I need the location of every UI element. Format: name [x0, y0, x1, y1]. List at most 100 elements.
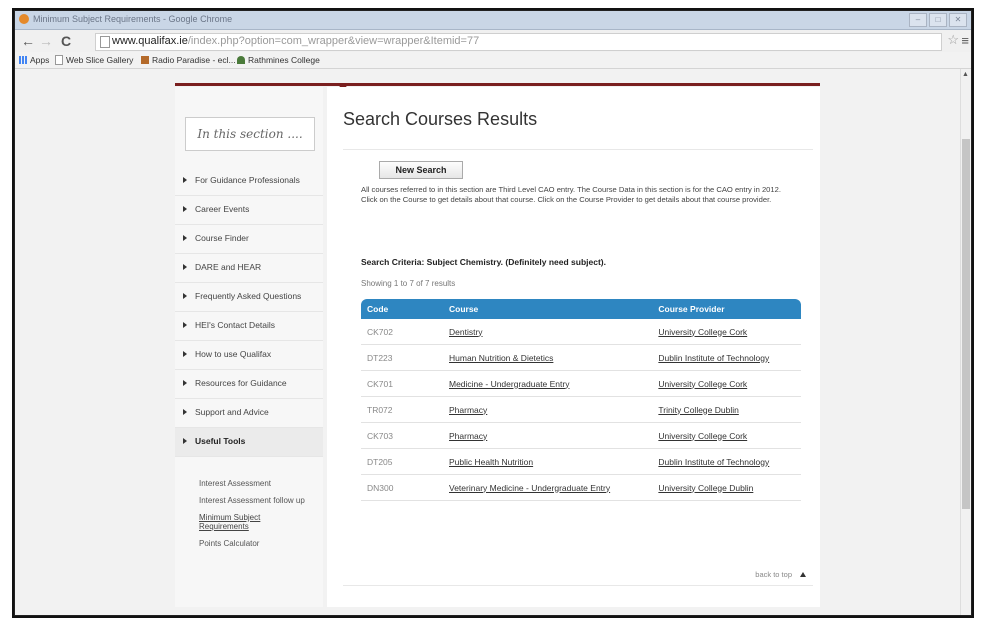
provider-cell: University College Cork	[652, 370, 801, 397]
provider-cell: Dublin Institute of Technology	[652, 344, 801, 371]
course-link[interactable]: Pharmacy	[449, 405, 487, 415]
arrow-right-icon	[183, 235, 187, 241]
title-bar: Minimum Subject Requirements - Google Ch…	[15, 11, 971, 30]
section-title: In this section ....	[185, 117, 315, 151]
arrow-right-icon	[183, 438, 187, 444]
bookmark-star-icon[interactable]: ☆	[947, 32, 959, 48]
window-controls: – □ ✕	[909, 13, 967, 27]
url-text: www.qualifax.ie/index.php?option=com_wra…	[112, 35, 479, 47]
maximize-icon[interactable]: □	[929, 13, 947, 27]
provider-link[interactable]: University College Cork	[658, 379, 747, 389]
subnav-points-calculator[interactable]: Points Calculator	[199, 539, 319, 548]
subnav-min-subject-requirements[interactable]: Minimum Subject Requirements	[199, 513, 269, 531]
course-link[interactable]: Pharmacy	[449, 431, 487, 441]
page-viewport: In this section .... For Guidance Profes…	[15, 69, 971, 615]
window-title: Minimum Subject Requirements - Google Ch…	[33, 14, 233, 24]
minimize-icon[interactable]: –	[909, 13, 927, 27]
person-icon	[237, 56, 245, 64]
back-button[interactable]: ←	[21, 33, 35, 49]
course-code: DN300	[361, 474, 443, 501]
page-icon	[55, 55, 63, 65]
course-link[interactable]: Veterinary Medicine - Undergraduate Entr…	[449, 483, 610, 493]
sidebar-item-label: Career Events	[195, 204, 250, 214]
radio-paradise-icon	[141, 56, 149, 64]
provider-link[interactable]: University College Cork	[658, 327, 747, 337]
course-link[interactable]: Medicine - Undergraduate Entry	[449, 379, 569, 389]
provider-link[interactable]: University College Cork	[658, 431, 747, 441]
course-cell: Pharmacy	[443, 396, 653, 423]
back-to-top-label: back to top	[755, 570, 792, 579]
table-header-row: Code Course Course Provider	[361, 299, 801, 319]
course-link[interactable]: Human Nutrition & Dietetics	[449, 353, 553, 363]
intro-text: All courses referred to in this section …	[361, 185, 806, 205]
sidebar-item-label: How to use Qualifax	[195, 349, 272, 359]
bookmark-rathmines-college[interactable]: Rathmines College	[237, 55, 320, 65]
subnav-interest-followup[interactable]: Interest Assessment follow up	[199, 496, 319, 505]
reload-button[interactable]: C	[61, 33, 71, 49]
sidebar-item-faq[interactable]: Frequently Asked Questions	[175, 283, 323, 312]
chrome-icon	[19, 14, 29, 24]
bookmark-label: Rathmines College	[248, 55, 320, 65]
address-bar[interactable]: www.qualifax.ie/index.php?option=com_wra…	[95, 33, 942, 51]
arrow-right-icon	[183, 380, 187, 386]
sidebar-item-useful-tools[interactable]: Useful Tools	[175, 428, 323, 457]
page-icon	[100, 36, 110, 48]
arrow-right-icon	[183, 322, 187, 328]
course-link[interactable]: Public Health Nutrition	[449, 457, 533, 467]
page-scrollbar[interactable]: ▲	[960, 69, 971, 615]
sidebar-item-dare-hear[interactable]: DARE and HEAR	[175, 254, 323, 283]
subnav-interest-assessment[interactable]: Interest Assessment	[199, 479, 319, 488]
course-cell: Pharmacy	[443, 422, 653, 449]
sidebar-item-hei-contact[interactable]: HEI's Contact Details	[175, 312, 323, 341]
provider-cell: University College Cork	[652, 422, 801, 449]
sidebar-item-resources[interactable]: Resources for Guidance	[175, 370, 323, 399]
sidebar-item-label: Course Finder	[195, 233, 249, 243]
sidebar-item-career-events[interactable]: Career Events	[175, 196, 323, 225]
provider-cell: Dublin Institute of Technology	[652, 448, 801, 475]
back-to-top-link[interactable]: back to top	[755, 570, 806, 579]
sidebar-item-label: HEI's Contact Details	[195, 320, 276, 330]
bookmark-label: Web Slice Gallery	[66, 55, 134, 65]
scroll-up-icon[interactable]: ▲	[962, 71, 969, 78]
course-link[interactable]: Dentistry	[449, 327, 483, 337]
sidebar-item-guidance-professionals[interactable]: For Guidance Professionals	[175, 167, 323, 196]
sidebar-item-how-to-use[interactable]: How to use Qualifax	[175, 341, 323, 370]
bookmark-apps[interactable]: Apps	[19, 55, 49, 65]
intro-line-1: All courses referred to in this section …	[361, 185, 781, 194]
apps-grid-icon	[19, 56, 27, 64]
results-table: Code Course Course Provider CK702 Dentis…	[361, 299, 801, 501]
course-cell: Medicine - Undergraduate Entry	[443, 370, 653, 397]
arrow-right-icon	[183, 177, 187, 183]
sidebar-item-label: For Guidance Professionals	[195, 175, 300, 185]
provider-link[interactable]: Trinity College Dublin	[658, 405, 738, 415]
arrow-right-icon	[183, 206, 187, 212]
forward-button[interactable]: →	[39, 33, 53, 49]
sidebar-item-support[interactable]: Support and Advice	[175, 399, 323, 428]
sidebar-item-course-finder[interactable]: Course Finder	[175, 225, 323, 254]
arrow-right-icon	[183, 264, 187, 270]
close-icon[interactable]: ✕	[949, 13, 967, 27]
course-code: DT223	[361, 344, 443, 371]
provider-link[interactable]: University College Dublin	[658, 483, 753, 493]
bookmark-web-slice-gallery[interactable]: Web Slice Gallery	[55, 55, 133, 65]
course-code: TR072	[361, 396, 443, 423]
column-header-code: Code	[361, 299, 443, 319]
course-code: DT205	[361, 448, 443, 475]
provider-link[interactable]: Dublin Institute of Technology	[658, 353, 769, 363]
navigation-bar: ← → C www.qualifax.ie/index.php?option=c…	[15, 30, 971, 52]
course-cell: Dentistry	[443, 319, 653, 345]
table-row: CK701 Medicine - Undergraduate Entry Uni…	[361, 370, 801, 397]
table-row: CK702 Dentistry University College Cork	[361, 319, 801, 345]
new-search-button[interactable]: New Search	[379, 161, 463, 179]
main-content: Search Courses Results New Search All co…	[327, 87, 820, 607]
chrome-menu-icon[interactable]: ≡	[961, 33, 969, 48]
provider-link[interactable]: Dublin Institute of Technology	[658, 457, 769, 467]
intro-line-2: Click on the Course to get details about…	[361, 195, 772, 204]
scrollbar-thumb[interactable]	[962, 139, 970, 509]
url-path: /index.php?option=com_wrapper&view=wrapp…	[187, 35, 480, 47]
course-code: CK702	[361, 319, 443, 345]
course-cell: Public Health Nutrition	[443, 448, 653, 475]
bookmark-radio-paradise[interactable]: Radio Paradise - ecl...	[141, 55, 236, 65]
provider-cell: Trinity College Dublin	[652, 396, 801, 423]
arrow-up-icon	[800, 572, 806, 577]
